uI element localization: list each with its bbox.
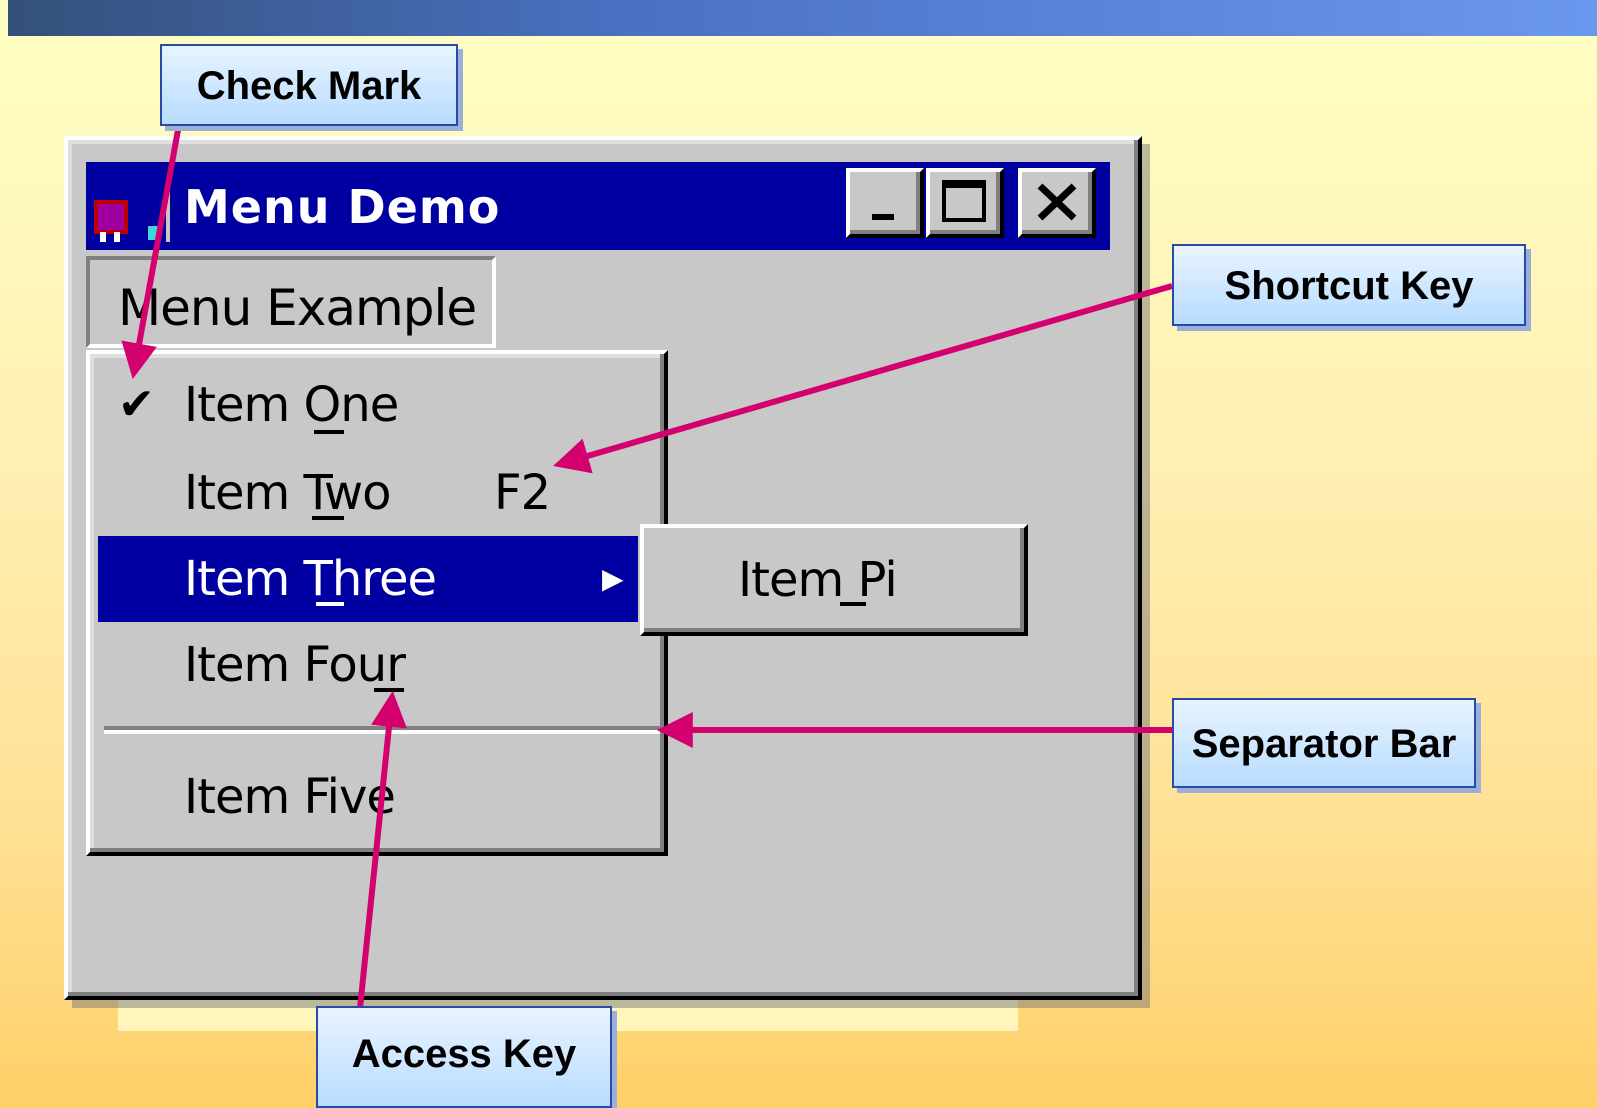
callout-arrows xyxy=(121,129,1173,1009)
shortcut-key-arrow xyxy=(553,283,1173,474)
check-mark-callout: Check Mark xyxy=(160,44,458,126)
access-key-callout: Access Key xyxy=(316,1006,612,1108)
check-mark-arrow xyxy=(121,129,181,380)
separator-bar-callout: Separator Bar xyxy=(1172,698,1476,788)
shortcut-key-callout: Shortcut Key xyxy=(1172,244,1526,326)
access-key-arrow xyxy=(357,690,407,1009)
